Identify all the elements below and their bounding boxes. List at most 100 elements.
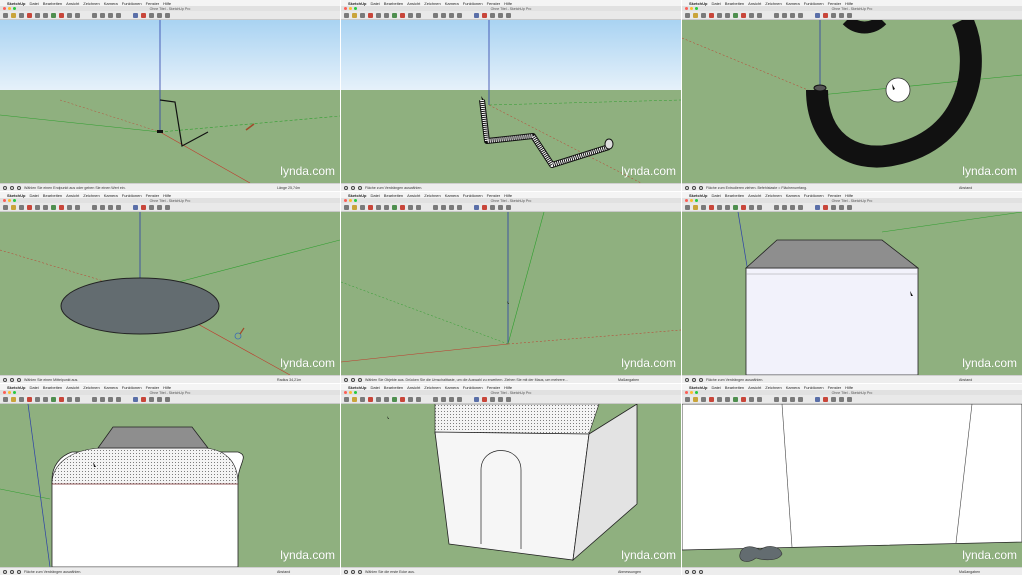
menu-ansicht[interactable]: Ansicht — [66, 385, 79, 390]
orbit-tool-icon[interactable] — [433, 204, 438, 210]
pan-tool-icon[interactable] — [441, 396, 446, 402]
styles-icon[interactable] — [506, 396, 511, 402]
menu-bearbeiten[interactable]: Bearbeiten — [43, 193, 62, 198]
zoom-window-button[interactable] — [13, 391, 16, 394]
pencil-tool-icon[interactable] — [352, 396, 357, 402]
menu-hilfe[interactable]: Hilfe — [845, 385, 853, 390]
measurements-box[interactable]: Maßangaben — [959, 570, 1019, 574]
zoom-extents-icon[interactable] — [457, 204, 462, 210]
menu-kamera[interactable]: Kamera — [445, 385, 459, 390]
close-window-button[interactable] — [685, 199, 688, 202]
help-icon[interactable] — [17, 185, 21, 190]
modeling-viewport[interactable]: lynda.com — [341, 20, 681, 183]
scene-canvas[interactable] — [0, 212, 340, 375]
eraser-tool-icon[interactable] — [709, 12, 714, 18]
menu-bearbeiten[interactable]: Bearbeiten — [384, 193, 403, 198]
pencil-tool-icon[interactable] — [693, 12, 698, 18]
push-pull-tool-icon[interactable] — [51, 204, 56, 210]
move-tool-icon[interactable] — [59, 396, 64, 402]
zoom-window-button[interactable] — [695, 7, 698, 10]
scene-canvas[interactable] — [0, 20, 340, 183]
menu-app-name[interactable]: SketchUp — [348, 385, 366, 390]
scene-canvas[interactable] — [341, 404, 681, 567]
zoom-extents-icon[interactable] — [116, 396, 121, 402]
push-pull-tool-icon[interactable] — [51, 396, 56, 402]
move-tool-icon[interactable] — [400, 204, 405, 210]
close-window-button[interactable] — [344, 391, 347, 394]
help-icon[interactable] — [699, 185, 703, 190]
modeling-viewport[interactable]: lynda.com — [0, 212, 340, 375]
menu-app-name[interactable]: SketchUp — [348, 193, 366, 198]
orbit-tool-icon[interactable] — [92, 12, 97, 18]
help-icon[interactable] — [699, 377, 703, 382]
menu-app-name[interactable]: SketchUp — [689, 193, 707, 198]
extension-icon[interactable] — [149, 204, 154, 210]
circle-tool-icon[interactable] — [725, 396, 730, 402]
offset-tool-icon[interactable] — [757, 12, 762, 18]
views-icon[interactable] — [498, 204, 503, 210]
circle-tool-icon[interactable] — [384, 396, 389, 402]
rotate-tool-icon[interactable] — [749, 396, 754, 402]
menu-kamera[interactable]: Kamera — [786, 385, 800, 390]
measurements-box[interactable]: Abmessungen — [618, 570, 678, 574]
menu-zeichnen[interactable]: Zeichnen — [765, 1, 781, 6]
rotate-tool-icon[interactable] — [408, 204, 413, 210]
zoom-extents-icon[interactable] — [457, 12, 462, 18]
menu-zeichnen[interactable]: Zeichnen — [765, 385, 781, 390]
eraser-tool-icon[interactable] — [368, 396, 373, 402]
rotate-tool-icon[interactable] — [67, 204, 72, 210]
styles-icon[interactable] — [847, 396, 852, 402]
menu-zeichnen[interactable]: Zeichnen — [765, 193, 781, 198]
styles-icon[interactable] — [506, 204, 511, 210]
scene-canvas[interactable] — [682, 20, 1022, 183]
credits-icon[interactable] — [351, 569, 355, 574]
minimize-window-button[interactable] — [690, 391, 693, 394]
views-icon[interactable] — [839, 12, 844, 18]
move-tool-icon[interactable] — [400, 396, 405, 402]
menu-fenster[interactable]: Fenster — [487, 193, 501, 198]
styles-icon[interactable] — [847, 204, 852, 210]
menu-kamera[interactable]: Kamera — [104, 1, 118, 6]
menu-funktionen[interactable]: Funktionen — [122, 193, 142, 198]
move-tool-icon[interactable] — [59, 204, 64, 210]
line-tool-icon[interactable] — [701, 204, 706, 210]
close-window-button[interactable] — [685, 391, 688, 394]
select-tool-icon[interactable] — [685, 204, 690, 210]
eraser-tool-icon[interactable] — [368, 204, 373, 210]
line-tool-icon[interactable] — [19, 204, 24, 210]
help-icon[interactable] — [699, 569, 703, 574]
modeling-viewport[interactable]: lynda.com — [0, 20, 340, 183]
zoom-tool-icon[interactable] — [108, 204, 113, 210]
components-icon[interactable] — [133, 204, 138, 210]
extension-icon[interactable] — [831, 396, 836, 402]
zoom-tool-icon[interactable] — [108, 396, 113, 402]
orbit-tool-icon[interactable] — [774, 396, 779, 402]
menu-hilfe[interactable]: Hilfe — [504, 1, 512, 6]
close-window-button[interactable] — [344, 7, 347, 10]
menu-bearbeiten[interactable]: Bearbeiten — [384, 1, 403, 6]
pan-tool-icon[interactable] — [782, 204, 787, 210]
credits-icon[interactable] — [10, 377, 14, 382]
orbit-tool-icon[interactable] — [433, 12, 438, 18]
menu-hilfe[interactable]: Hilfe — [845, 193, 853, 198]
select-tool-icon[interactable] — [685, 12, 690, 18]
menu-kamera[interactable]: Kamera — [445, 1, 459, 6]
zoom-tool-icon[interactable] — [790, 204, 795, 210]
zoom-window-button[interactable] — [354, 391, 357, 394]
menu-app-name[interactable]: SketchUp — [7, 385, 25, 390]
offset-tool-icon[interactable] — [416, 12, 421, 18]
geolocation-icon[interactable] — [685, 569, 689, 574]
pencil-tool-icon[interactable] — [352, 204, 357, 210]
menu-bearbeiten[interactable]: Bearbeiten — [725, 1, 744, 6]
components-icon[interactable] — [815, 12, 820, 18]
menu-funktionen[interactable]: Funktionen — [804, 385, 824, 390]
pencil-tool-icon[interactable] — [11, 12, 16, 18]
credits-icon[interactable] — [692, 377, 696, 382]
help-icon[interactable] — [358, 569, 362, 574]
zoom-extents-icon[interactable] — [798, 396, 803, 402]
circle-tool-icon[interactable] — [725, 12, 730, 18]
minimize-window-button[interactable] — [349, 391, 352, 394]
menu-fenster[interactable]: Fenster — [828, 193, 842, 198]
views-icon[interactable] — [839, 396, 844, 402]
extension-icon[interactable] — [149, 12, 154, 18]
